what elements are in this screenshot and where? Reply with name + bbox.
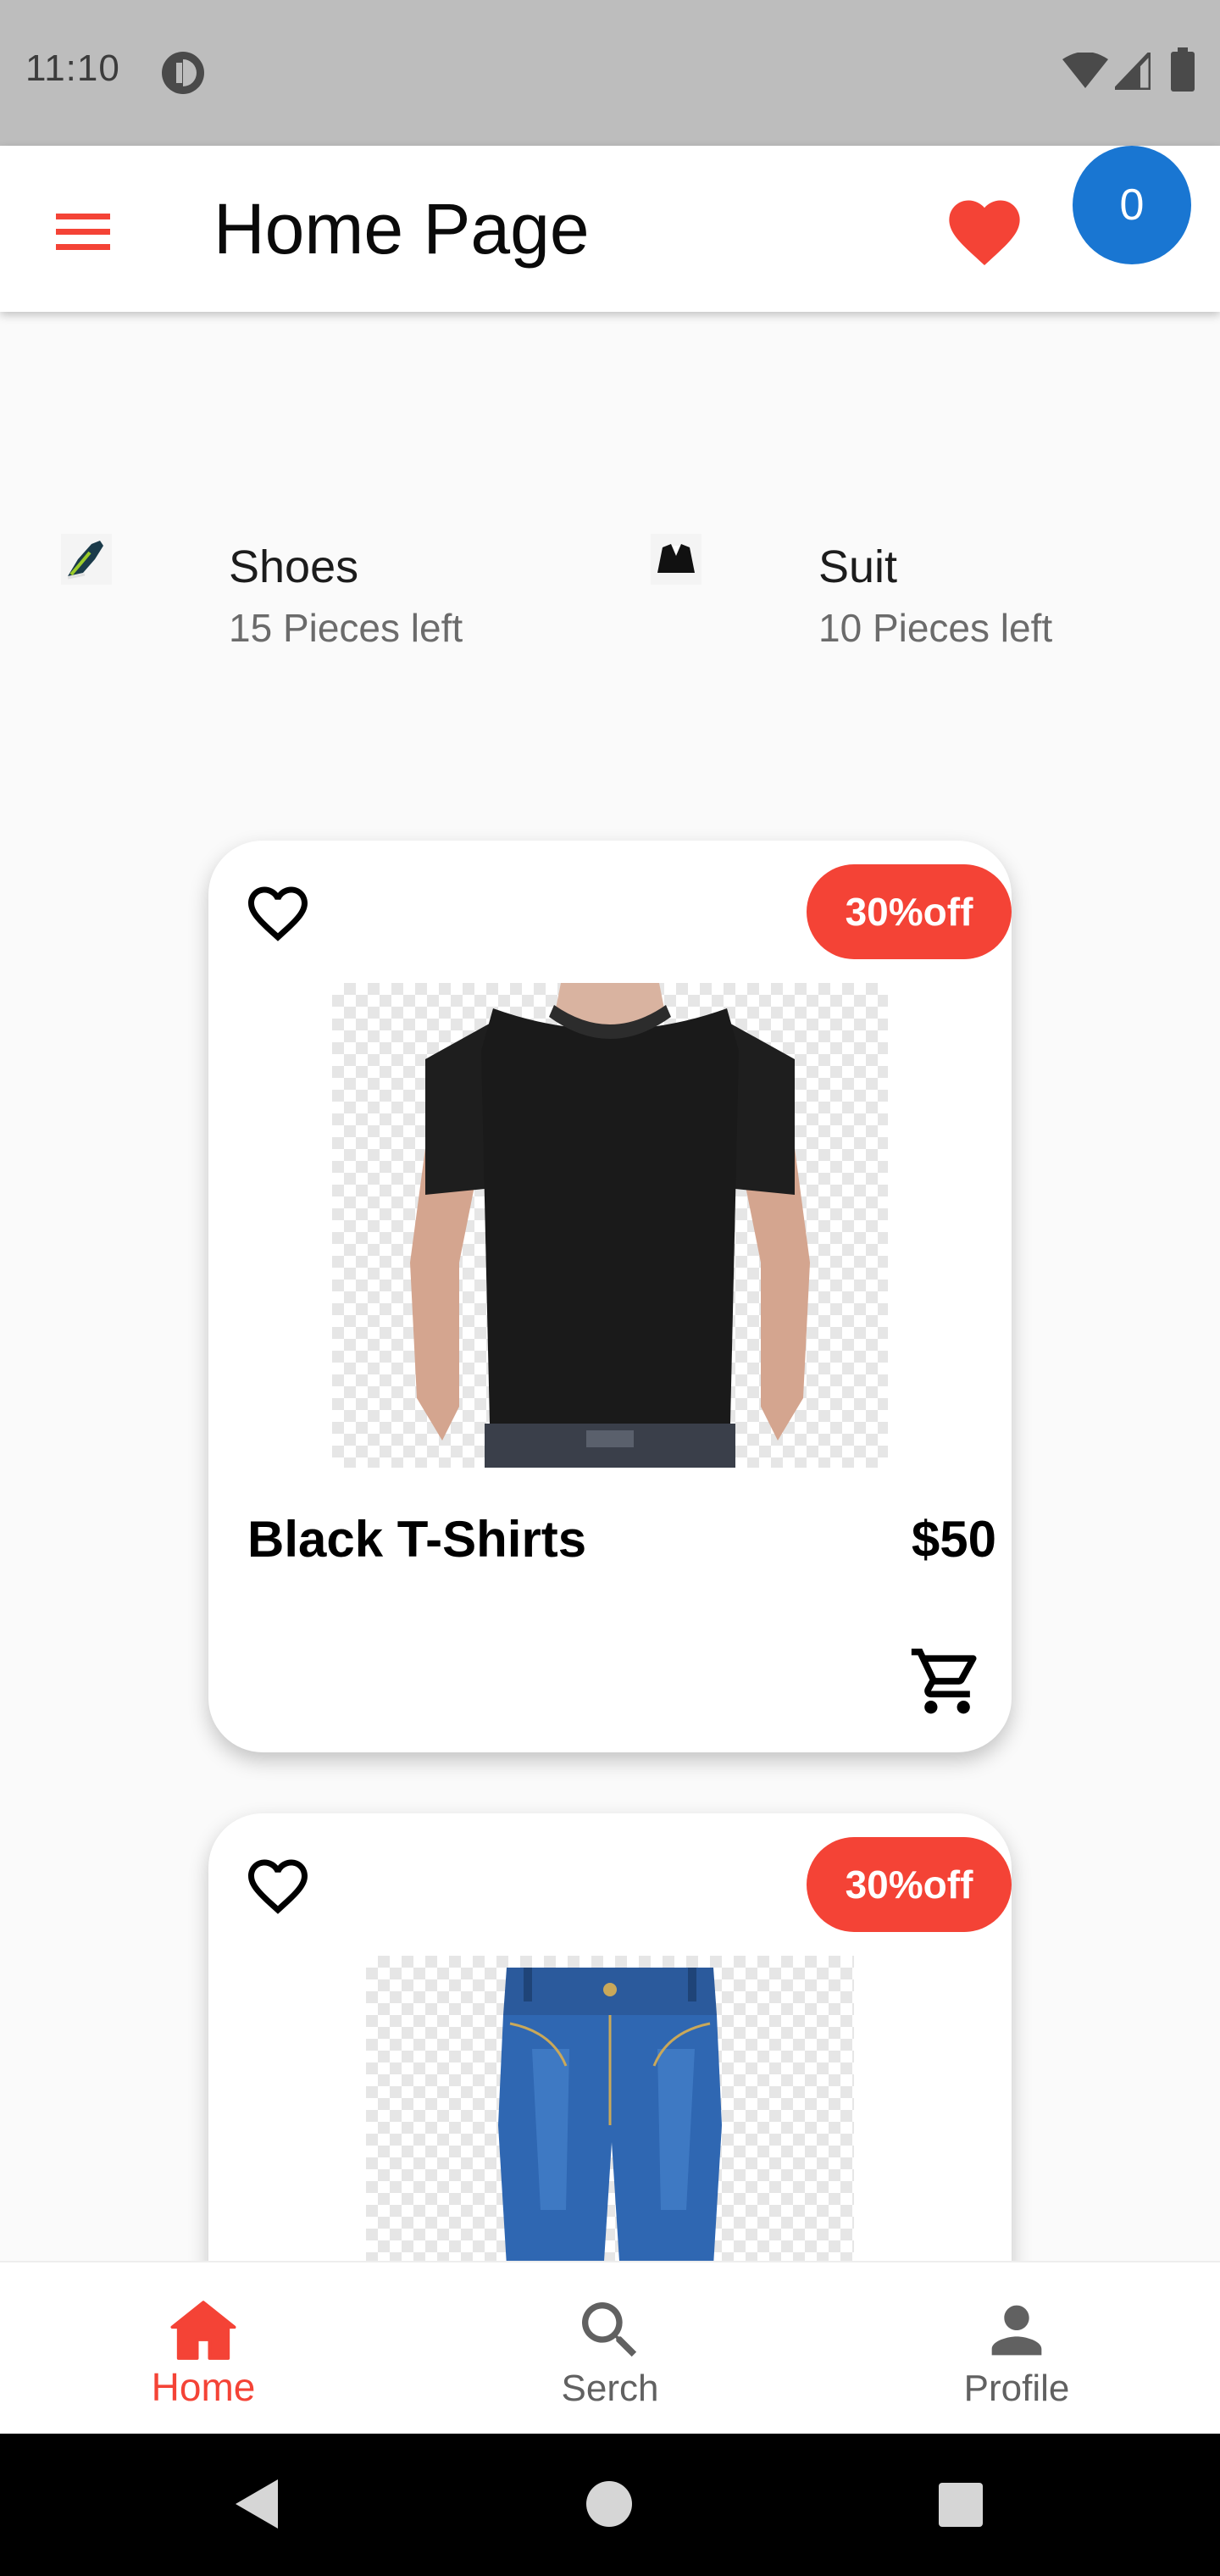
nav-item-profile[interactable]: Profile (890, 2262, 1144, 2435)
discount-badge: 30%off (807, 864, 1012, 959)
nav-label: Home (151, 2365, 256, 2409)
black-tshirt-photo (410, 983, 810, 1468)
sneaker-icon (61, 534, 112, 585)
status-bar: 11:10 (0, 0, 1220, 146)
nav-label: Serch (561, 2368, 659, 2409)
nav-item-home[interactable]: Home (76, 2262, 330, 2435)
category-name: Suit (818, 541, 898, 592)
category-name: Shoes (229, 541, 359, 592)
cart-icon[interactable] (908, 1642, 986, 1720)
product-image (332, 983, 888, 1468)
heart-outline-icon[interactable] (242, 878, 313, 949)
person-icon (991, 2305, 1042, 2356)
product-card[interactable]: 30%off Black T-Shirts $50 (208, 841, 1012, 1752)
hamburger-menu-icon[interactable] (47, 197, 119, 268)
battery-icon (1171, 47, 1195, 92)
system-navigation-bar (0, 2434, 1220, 2576)
cart-count-badge[interactable]: 0 (1073, 146, 1191, 264)
heart-outline-icon[interactable] (242, 1851, 313, 1922)
wifi-icon (1062, 53, 1108, 88)
nav-label: Profile (963, 2368, 1070, 2409)
back-triangle-icon[interactable] (230, 2476, 281, 2532)
cell-signal-icon (1115, 53, 1151, 90)
status-time: 11:10 (25, 47, 120, 89)
search-icon (582, 2302, 637, 2357)
suit-icon (651, 534, 702, 585)
home-circle-icon[interactable] (585, 2479, 634, 2529)
recents-square-icon[interactable] (937, 2481, 984, 2529)
category-stock: 10 Pieces left (818, 606, 1053, 650)
nav-item-search[interactable]: Serch (483, 2262, 737, 2435)
discount-badge: 30%off (807, 1837, 1012, 1932)
category-stock: 15 Pieces left (229, 606, 463, 650)
app-notification-icon (162, 52, 204, 94)
product-name: Black T-Shirts (247, 1511, 587, 1568)
home-icon (170, 2301, 236, 2360)
app-bar: Home Page 0 (0, 146, 1220, 312)
page-title: Home Page (214, 189, 590, 269)
bottom-navigation: Home Serch Profile (0, 2261, 1220, 2434)
heart-filled-icon[interactable] (942, 190, 1027, 275)
product-price: $50 (911, 1511, 996, 1568)
category-suit[interactable]: Suit 10 Pieces left (651, 534, 1210, 661)
category-shoes[interactable]: Shoes 15 Pieces left (61, 534, 620, 661)
